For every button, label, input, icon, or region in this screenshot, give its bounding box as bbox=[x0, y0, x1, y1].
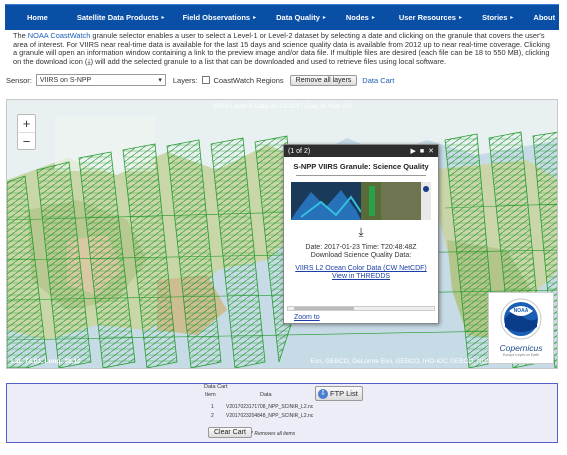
sensor-label: Sensor: bbox=[6, 75, 32, 85]
nav-data-quality[interactable]: Data Quality ▸ bbox=[276, 13, 326, 22]
remove-all-layers-button[interactable]: Remove all layers bbox=[289, 74, 358, 86]
maximize-icon[interactable]: ■ bbox=[420, 148, 424, 155]
granule-date: Date: 2017-01-23 Time: T20:48:48Z Downlo… bbox=[284, 244, 438, 260]
nav-nodes[interactable]: Nodes ▸ bbox=[346, 13, 375, 22]
cart-column-item: Item bbox=[205, 392, 216, 398]
granule-info-popup: (1 of 2) ▶ ■ ✕ S-NPP VIIRS Granule: Scie… bbox=[283, 144, 439, 324]
intro-paragraph: The NOAA CoastWatch granule selector ena… bbox=[13, 31, 553, 66]
nav-satellite-label: Satellite Data Products bbox=[76, 13, 159, 22]
zoom-to-link[interactable]: Zoom to bbox=[294, 314, 320, 321]
coastwatch-regions-checkbox[interactable] bbox=[202, 76, 211, 84]
data-cart-link[interactable]: Data Cart bbox=[362, 76, 394, 85]
nav-home[interactable]: Home bbox=[27, 13, 48, 22]
chevron-right-icon: ▸ bbox=[322, 15, 326, 21]
coordinate-readout: Lat: 74.03, Long: 36.10 bbox=[11, 358, 81, 365]
granule-preview-image[interactable] bbox=[291, 182, 431, 220]
sensor-select-value: VIIRS on S-NPP bbox=[39, 76, 92, 84]
chevron-right-icon: ▸ bbox=[510, 15, 514, 21]
nav-nodes-label: Nodes bbox=[345, 13, 369, 22]
ftp-list-button[interactable]: ⇩ FTP List bbox=[315, 386, 363, 401]
cart-row-data[interactable]: V2017023204848_NPP_SCINIR_L2.nc bbox=[226, 413, 313, 419]
copernicus-logo: Copernicus bbox=[499, 343, 543, 353]
zoom-in-button[interactable]: + bbox=[18, 115, 35, 132]
logo-panel: NOAA Copernicus Europe's eyes on Earth bbox=[488, 292, 554, 364]
data-cart-panel: Data Cart Item Data 1 V2017023171708_NPP… bbox=[6, 383, 558, 443]
cart-row-item: 2 bbox=[211, 413, 214, 419]
noaa-logo: NOAA bbox=[500, 298, 542, 340]
top-navigation: Home Satellite Data Products ▸ Field Obse… bbox=[5, 4, 559, 30]
view-in-thredds-link[interactable]: View in THREDDS bbox=[284, 273, 438, 281]
layers-label: Layers: bbox=[172, 75, 198, 85]
nav-user-resources-label: User Resources bbox=[398, 13, 456, 22]
nav-stories-label: Stories bbox=[481, 13, 508, 22]
close-icon[interactable]: ✕ bbox=[428, 147, 434, 155]
popup-title: S-NPP VIIRS Granule: Science Quality bbox=[293, 162, 429, 171]
map-view[interactable]: VIIRS Level-2 Data 01-23-2017 (Day of Ye… bbox=[6, 99, 558, 369]
map-attribution: Esri, GEBCO, DeLorme Esri, GEBCO, IHO-IO… bbox=[310, 358, 491, 365]
intro-body: granule selector enables a user to selec… bbox=[13, 31, 550, 66]
clear-cart-button[interactable]: Clear Cart bbox=[208, 427, 252, 438]
next-icon[interactable]: ▶ bbox=[411, 147, 416, 155]
nav-about[interactable]: About bbox=[533, 13, 555, 22]
cart-row-data[interactable]: V2017023171708_NPP_SCINIR_L2.nc bbox=[226, 404, 313, 410]
ftp-list-label: FTP List bbox=[330, 389, 358, 398]
chevron-right-icon: ▸ bbox=[161, 15, 165, 21]
map-title: VIIRS Level-2 Data 01-23-2017 (Day of Ye… bbox=[212, 103, 352, 110]
nav-home-label: Home bbox=[27, 13, 48, 22]
chevron-right-icon: ▸ bbox=[253, 15, 257, 21]
popup-scrollbar[interactable] bbox=[287, 306, 435, 311]
popup-header: (1 of 2) ▶ ■ ✕ bbox=[284, 145, 438, 157]
clear-cart-note: * Removes all items bbox=[251, 431, 296, 437]
nav-satellite-data-products[interactable]: Satellite Data Products ▸ bbox=[77, 13, 165, 22]
download-icon[interactable]: ⤓ bbox=[284, 225, 438, 240]
cart-column-data: Data bbox=[260, 392, 272, 398]
sensor-toolbar: Sensor: VIIRS on S-NPP ▾ Layers: CoastWat… bbox=[6, 73, 558, 87]
chevron-down-icon: ▾ bbox=[158, 77, 162, 84]
popup-counter: (1 of 2) bbox=[288, 147, 311, 155]
scrollbar-thumb[interactable] bbox=[294, 307, 354, 310]
chevron-right-icon: ▸ bbox=[371, 15, 375, 21]
nav-field-label: Field Observations bbox=[182, 13, 251, 22]
sensor-select[interactable]: VIIRS on S-NPP ▾ bbox=[35, 74, 166, 86]
zoom-out-button[interactable]: − bbox=[18, 132, 35, 149]
ocean-color-data-link[interactable]: VIIRS L2 Ocean Color Data (CW NetCDF) bbox=[284, 265, 438, 273]
data-cart-title: Data Cart bbox=[204, 384, 228, 390]
nav-quality-label: Data Quality bbox=[276, 13, 320, 22]
nav-about-label: About bbox=[533, 13, 556, 22]
chevron-right-icon: ▸ bbox=[458, 15, 462, 21]
nav-user-resources[interactable]: User Resources ▸ bbox=[399, 13, 462, 22]
popup-divider bbox=[296, 175, 426, 176]
download-label: Download Science Quality Data: bbox=[310, 252, 412, 259]
download-icon: ⇩ bbox=[318, 388, 328, 399]
cart-row-item: 1 bbox=[211, 404, 214, 410]
noaa-logo-text: NOAA bbox=[514, 308, 529, 314]
zoom-control: + − bbox=[17, 114, 36, 150]
granule-preview-graphic bbox=[291, 182, 431, 220]
nav-stories[interactable]: Stories ▸ bbox=[482, 13, 513, 22]
coastwatch-regions-label: CoastWatch Regions bbox=[213, 75, 284, 85]
granule-date-line: Date: 2017-01-23 Time: T20:48:48Z bbox=[305, 244, 417, 251]
nav-field-observations[interactable]: Field Observations ▸ bbox=[183, 13, 257, 22]
copernicus-tagline: Europe's eyes on Earth bbox=[502, 353, 540, 357]
